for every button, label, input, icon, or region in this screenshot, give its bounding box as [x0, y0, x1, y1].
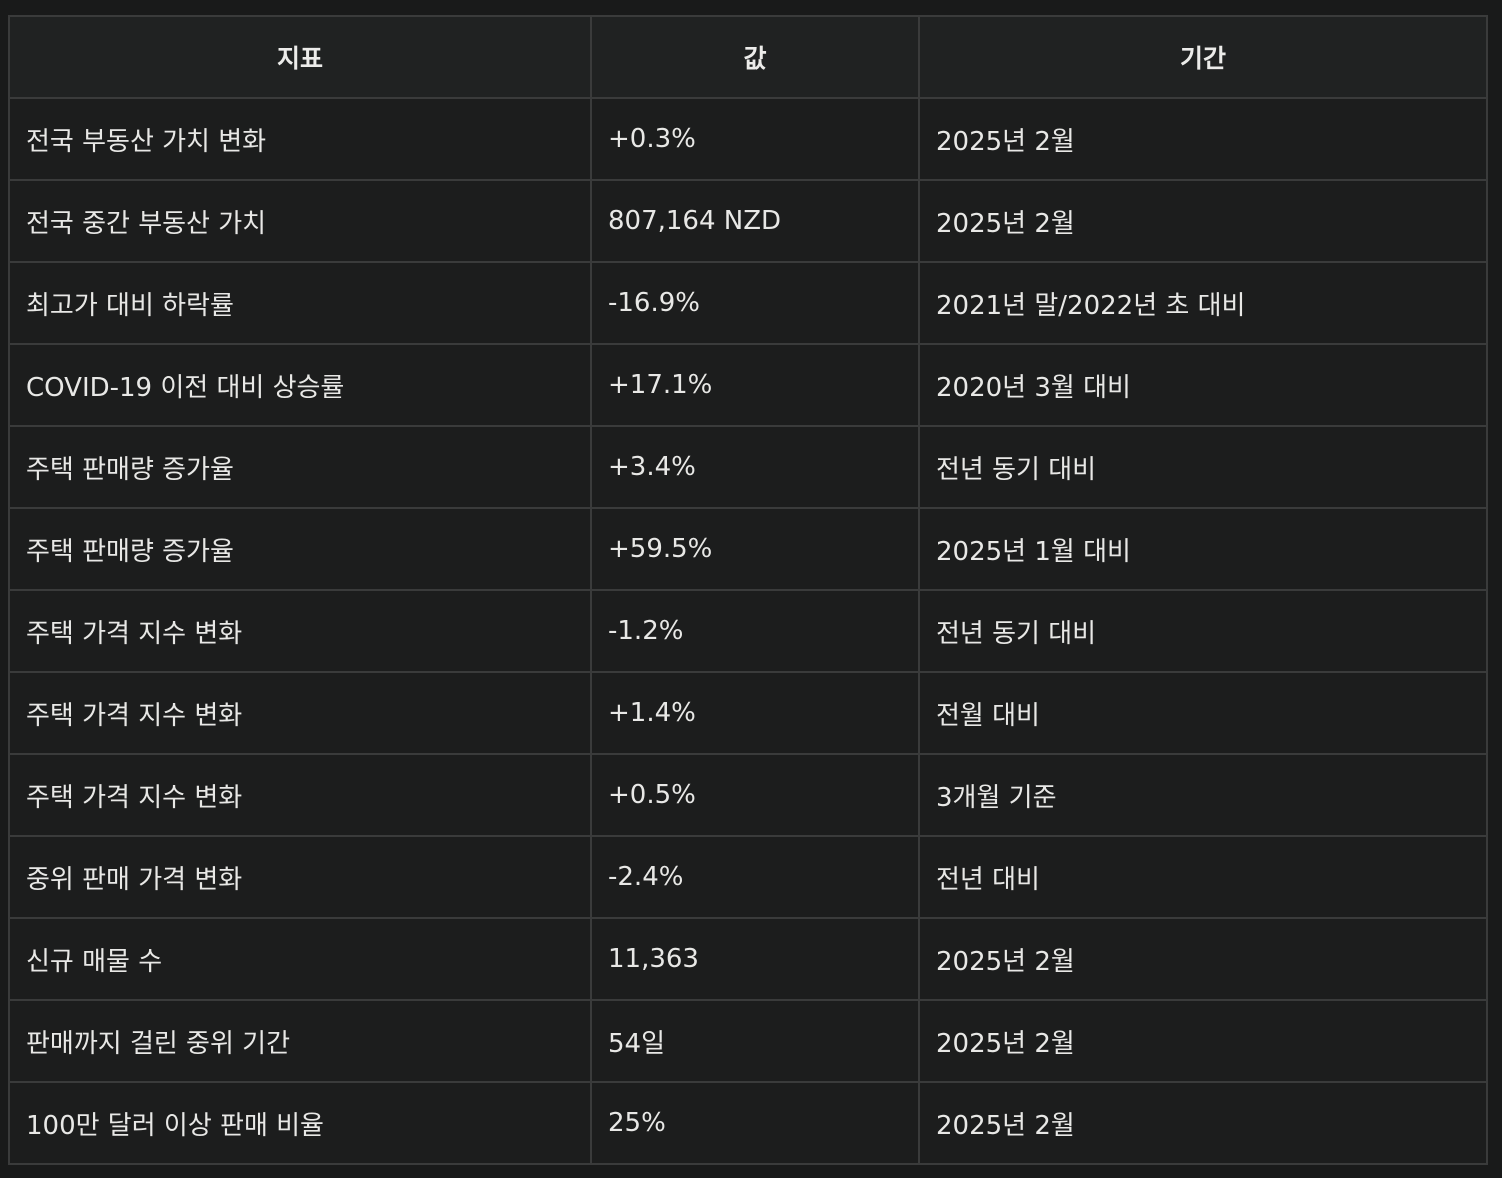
value-cell: 807,164 NZD — [590, 179, 920, 263]
period-cell: 2025년 2월 — [918, 179, 1488, 263]
period-cell: 전년 동기 대비 — [918, 589, 1488, 673]
table-row: 100만 달러 이상 판매 비율 25% 2025년 2월 — [8, 1081, 1488, 1165]
data-table: 지표 값 기간 전국 부동산 가치 변화 +0.3% 2025년 2월 전국 중… — [8, 15, 1488, 1165]
table-row: 전국 부동산 가치 변화 +0.3% 2025년 2월 — [8, 97, 1488, 181]
value-cell: +3.4% — [590, 425, 920, 509]
table-row: 중위 판매 가격 변화 -2.4% 전년 대비 — [8, 835, 1488, 919]
table-row: 주택 판매량 증가율 +3.4% 전년 동기 대비 — [8, 425, 1488, 509]
indicator-cell: 최고가 대비 하락률 — [8, 261, 592, 345]
indicator-cell: 전국 부동산 가치 변화 — [8, 97, 592, 181]
indicator-cell: COVID-19 이전 대비 상승률 — [8, 343, 592, 427]
table-row: 주택 가격 지수 변화 -1.2% 전년 동기 대비 — [8, 589, 1488, 673]
table-row: 판매까지 걸린 중위 기간 54일 2025년 2월 — [8, 999, 1488, 1083]
table-row: 전국 중간 부동산 가치 807,164 NZD 2025년 2월 — [8, 179, 1488, 263]
table-row: 주택 가격 지수 변화 +0.5% 3개월 기준 — [8, 753, 1488, 837]
period-cell: 2025년 2월 — [918, 917, 1488, 1001]
value-cell: +1.4% — [590, 671, 920, 755]
indicator-cell: 주택 가격 지수 변화 — [8, 753, 592, 837]
table-header-row: 지표 값 기간 — [8, 15, 1488, 99]
period-cell: 2025년 1월 대비 — [918, 507, 1488, 591]
period-cell: 2025년 2월 — [918, 999, 1488, 1083]
indicator-cell: 주택 판매량 증가율 — [8, 425, 592, 509]
table-row: 최고가 대비 하락률 -16.9% 2021년 말/2022년 초 대비 — [8, 261, 1488, 345]
value-cell: 25% — [590, 1081, 920, 1165]
period-cell: 2021년 말/2022년 초 대비 — [918, 261, 1488, 345]
value-cell: +59.5% — [590, 507, 920, 591]
value-cell: 54일 — [590, 999, 920, 1083]
indicator-cell: 전국 중간 부동산 가치 — [8, 179, 592, 263]
indicator-cell: 주택 가격 지수 변화 — [8, 671, 592, 755]
table-row: 신규 매물 수 11,363 2025년 2월 — [8, 917, 1488, 1001]
table-row: 주택 가격 지수 변화 +1.4% 전월 대비 — [8, 671, 1488, 755]
indicator-cell: 100만 달러 이상 판매 비율 — [8, 1081, 592, 1165]
indicator-cell: 신규 매물 수 — [8, 917, 592, 1001]
table-row: 주택 판매량 증가율 +59.5% 2025년 1월 대비 — [8, 507, 1488, 591]
indicator-cell: 중위 판매 가격 변화 — [8, 835, 592, 919]
value-cell: +0.5% — [590, 753, 920, 837]
table-row: COVID-19 이전 대비 상승률 +17.1% 2020년 3월 대비 — [8, 343, 1488, 427]
period-cell: 2020년 3월 대비 — [918, 343, 1488, 427]
period-cell: 2025년 2월 — [918, 97, 1488, 181]
period-cell: 2025년 2월 — [918, 1081, 1488, 1165]
value-cell: 11,363 — [590, 917, 920, 1001]
value-cell: -16.9% — [590, 261, 920, 345]
period-cell: 전월 대비 — [918, 671, 1488, 755]
period-cell: 3개월 기준 — [918, 753, 1488, 837]
column-header-value: 값 — [590, 15, 920, 99]
value-cell: -1.2% — [590, 589, 920, 673]
value-cell: -2.4% — [590, 835, 920, 919]
data-table-container: 지표 값 기간 전국 부동산 가치 변화 +0.3% 2025년 2월 전국 중… — [8, 15, 1488, 1165]
indicator-cell: 주택 가격 지수 변화 — [8, 589, 592, 673]
indicator-cell: 판매까지 걸린 중위 기간 — [8, 999, 592, 1083]
period-cell: 전년 대비 — [918, 835, 1488, 919]
indicator-cell: 주택 판매량 증가율 — [8, 507, 592, 591]
value-cell: +0.3% — [590, 97, 920, 181]
period-cell: 전년 동기 대비 — [918, 425, 1488, 509]
value-cell: +17.1% — [590, 343, 920, 427]
column-header-indicator: 지표 — [8, 15, 592, 99]
column-header-period: 기간 — [918, 15, 1488, 99]
